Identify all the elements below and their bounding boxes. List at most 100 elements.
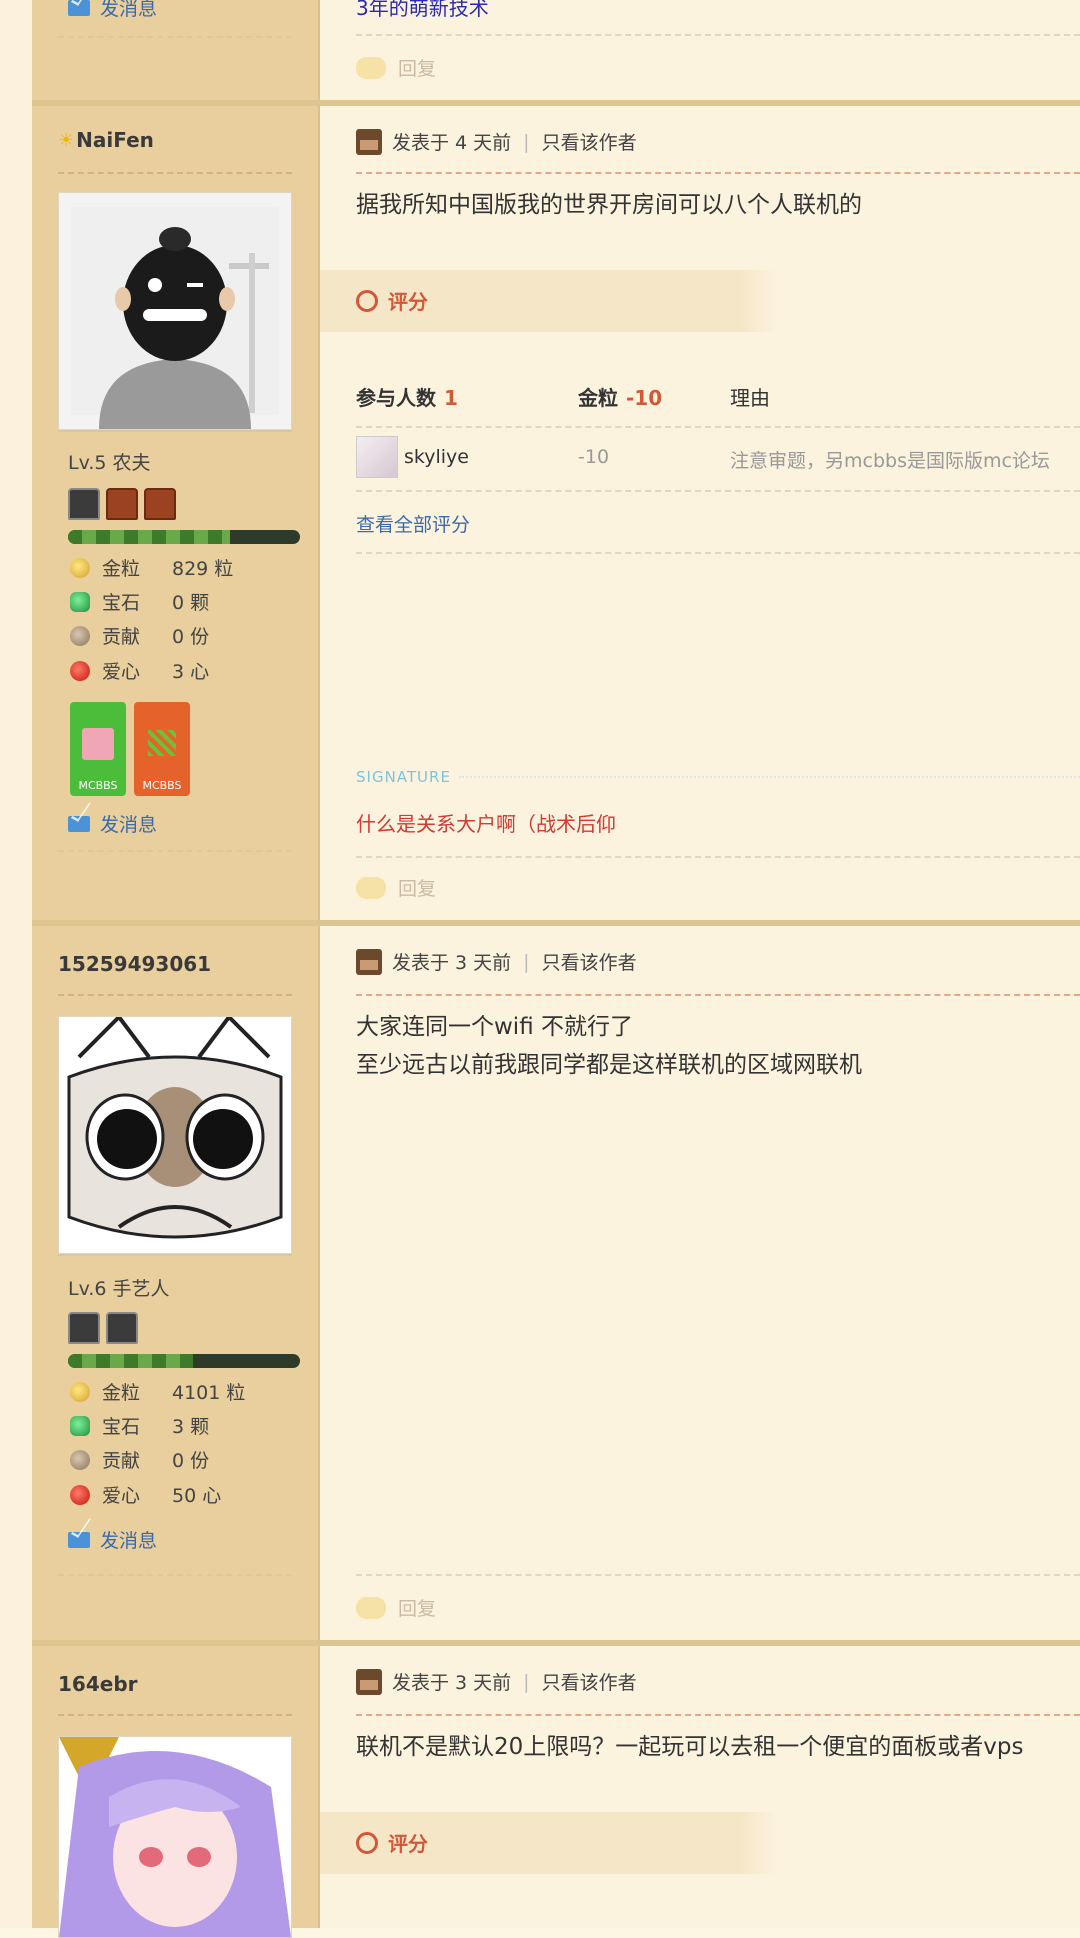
- reply-bubble-icon: [356, 1596, 386, 1619]
- post-body: 据我所知中国版我的世界开房间可以八个人联机的: [356, 186, 862, 224]
- user-level: Lv.6 手艺人: [68, 1278, 170, 1300]
- stat-gem: 宝石 3 颗: [70, 1412, 209, 1439]
- rating-row-gold: -10: [578, 446, 610, 468]
- stat-heart: 爱心 50 心: [70, 1481, 221, 1508]
- pig-badge-icon[interactable]: MCBBS: [70, 702, 126, 796]
- post-time: 发表于 3 天前: [392, 952, 512, 974]
- divider: [356, 172, 1080, 174]
- reply-bubble-icon: [356, 876, 386, 899]
- reply-button[interactable]: 回复: [356, 874, 436, 901]
- divider: [58, 994, 292, 996]
- stat-value: 0 份: [172, 626, 210, 648]
- divider: [356, 552, 1080, 554]
- page-left-margin: [0, 0, 32, 1928]
- divider: [58, 850, 292, 852]
- meta-divider: |: [523, 1670, 530, 1693]
- signature-divider: SIGNATURE: [356, 768, 1080, 786]
- divider: [58, 1714, 292, 1716]
- reply-label: 回复: [398, 58, 437, 80]
- gold-label: 金粒: [578, 386, 618, 410]
- signature-text: 什么是关系大户啊（战术后仰: [356, 812, 616, 836]
- post-164ebr: 164ebr 发表于 3 天前 | 只看该作者 联机不是默认20上限吗？一起玩可…: [32, 1646, 1080, 1938]
- reply-button[interactable]: 回复: [356, 1594, 436, 1621]
- stat-contribution: 贡献 0 份: [70, 1446, 209, 1473]
- send-message-label: 发消息: [100, 1530, 158, 1552]
- stat-label: 爱心: [102, 661, 141, 683]
- post-body-line: 联机不是默认20上限吗？一起玩可以去租一个便宜的面板或者vps: [356, 1734, 1024, 1760]
- view-all-ratings-link[interactable]: 查看全部评分: [356, 510, 470, 537]
- meta-divider: |: [523, 130, 530, 153]
- apple-heart-icon: [70, 660, 90, 681]
- steve-head-icon: [356, 128, 382, 155]
- stat-label: 爱心: [102, 1485, 141, 1507]
- experience-fill: [68, 530, 231, 544]
- user-avatar[interactable]: [58, 1013, 292, 1254]
- send-message-button[interactable]: 发消息: [68, 810, 157, 837]
- divider: [356, 1574, 1080, 1576]
- post-meta: 发表于 3 天前 | 只看该作者: [356, 1668, 637, 1695]
- rating-header: 评分: [356, 286, 428, 315]
- user-avatar[interactable]: [58, 1736, 292, 1938]
- stat-contribution: 贡献 0 份: [70, 622, 209, 649]
- reply-button[interactable]: 回复: [356, 54, 436, 81]
- rating-participants-header: 参与人数 1: [356, 382, 458, 411]
- post-body: 大家连同一个wifi 不就行了 至少远古以前我跟同学都是这样联机的区域网联机: [356, 1008, 862, 1084]
- author-name[interactable]: ☀ NaiFen: [58, 128, 154, 152]
- music-badge-icon[interactable]: MCBBS: [134, 702, 190, 796]
- gold-nugget-icon: [70, 557, 90, 578]
- only-author-link[interactable]: 只看该作者: [542, 1668, 637, 1695]
- stat-value: 0 份: [172, 1450, 210, 1472]
- anime-girl-avatar-icon: [59, 1737, 291, 1937]
- send-message-button[interactable]: 发消息: [68, 1526, 157, 1553]
- rating-row-reason: 注意审题，另mcbbs是国际版mc论坛: [730, 450, 1050, 472]
- sun-icon: ☀: [58, 129, 75, 151]
- author-name[interactable]: 15259493061: [58, 952, 211, 976]
- stat-value: 829 粒: [172, 558, 234, 580]
- divider: [58, 172, 292, 174]
- author-name[interactable]: 164ebr: [58, 1672, 138, 1696]
- stat-value: 0 颗: [172, 592, 210, 614]
- previous-post-sidebar: 发消息: [32, 0, 320, 100]
- rating-band: [320, 1812, 1080, 1874]
- medal-row: [68, 1312, 138, 1344]
- only-author-link[interactable]: 只看该作者: [542, 128, 637, 155]
- rating-row-user[interactable]: skyliye: [356, 436, 469, 478]
- post-time: 发表于 4 天前: [392, 132, 512, 154]
- stat-label: 金粒: [102, 1382, 141, 1404]
- only-author-link[interactable]: 只看该作者: [542, 948, 637, 975]
- mail-icon: [68, 1531, 90, 1548]
- post-naifen: ☀ NaiFen Lv.5 农夫 金粒 829 粒 宝石 0 颗 贡献 0 份 …: [32, 106, 1080, 920]
- forum-thread-page: 发消息 3年的萌新技术 回复 ☀ NaiFen Lv.5 农夫 金粒 829 粒…: [0, 0, 1080, 1938]
- signature-line: [458, 776, 1080, 778]
- stat-label: 贡献: [102, 1450, 141, 1472]
- rating-label: 评分: [388, 1832, 428, 1856]
- user-avatar[interactable]: [58, 192, 292, 430]
- reason-header: 理由: [730, 386, 770, 410]
- divider: [58, 1574, 292, 1576]
- helmet-medal-icon: [144, 488, 176, 520]
- stat-value: 4101 粒: [172, 1382, 246, 1404]
- rating-circle-icon: [356, 1831, 378, 1854]
- medal-row: [68, 488, 176, 520]
- gold-nugget-icon: [70, 1381, 90, 1402]
- stat-value: 50 心: [172, 1485, 222, 1507]
- experience-bar: [68, 530, 300, 544]
- signature-label: SIGNATURE: [356, 768, 451, 786]
- divider: [356, 490, 1080, 492]
- divider: [356, 34, 1080, 36]
- previous-post: 发消息 3年的萌新技术 回复: [32, 0, 1080, 100]
- divider: [58, 36, 292, 38]
- stat-gold: 金粒 829 粒: [70, 554, 233, 581]
- cat-avatar-icon: [59, 1013, 291, 1253]
- stat-label: 宝石: [102, 1416, 141, 1438]
- author-name-text: NaiFen: [76, 128, 154, 152]
- divider: [356, 856, 1080, 858]
- stat-gem: 宝石 0 颗: [70, 588, 209, 615]
- send-message-button[interactable]: 发消息: [68, 0, 157, 21]
- stat-label: 金粒: [102, 558, 141, 580]
- post-content: 发表于 4 天前 | 只看该作者 据我所知中国版我的世界开房间可以八个人联机的 …: [320, 106, 1080, 920]
- emerald-icon: [70, 1415, 90, 1436]
- bearded-man-avatar-icon: [59, 193, 291, 429]
- contribution-icon: [70, 625, 90, 646]
- emerald-icon: [70, 591, 90, 612]
